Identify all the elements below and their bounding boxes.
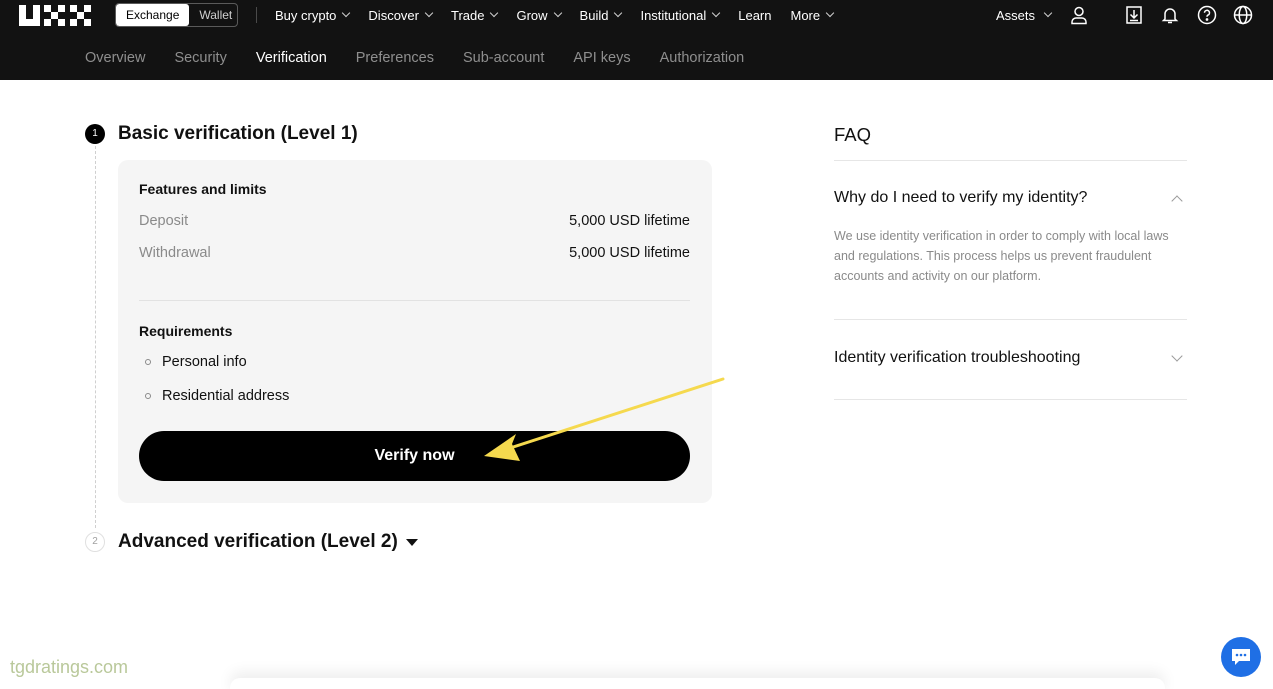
faq-divider: [834, 399, 1187, 400]
faq-answer: We use identity verification in order to…: [834, 229, 1169, 283]
nav-label: Build: [579, 7, 609, 23]
chevron-down-icon: [490, 8, 499, 18]
nav-label: Trade: [451, 7, 485, 23]
chat-icon: [1232, 649, 1250, 665]
help-icon[interactable]: [1197, 5, 1217, 25]
faq-divider: [834, 319, 1187, 320]
withdrawal-value: 5,000 USD lifetime: [569, 245, 690, 261]
assets-menu[interactable]: Assets: [996, 0, 1053, 30]
nav-label: Institutional: [640, 7, 707, 23]
chevron-down-icon: [825, 8, 835, 18]
chevron-down-icon: [1171, 350, 1183, 362]
exchange-wallet-switch[interactable]: Exchange Wallet: [115, 3, 238, 27]
bullet-icon: [145, 393, 151, 399]
nav-institutional[interactable]: Institutional: [640, 7, 721, 23]
chevron-down-icon: [711, 8, 721, 18]
caret-down-icon: [405, 538, 418, 546]
basic-verification-card: Features and limits Deposit 5,000 USD li…: [118, 160, 712, 503]
nav-build[interactable]: Build: [579, 7, 623, 23]
step-timeline: [95, 146, 96, 528]
requirement-label: Residential address: [162, 388, 290, 404]
watermark: tgdratings.com: [10, 657, 129, 677]
nav-trade[interactable]: Trade: [451, 7, 499, 23]
card-divider: [139, 300, 690, 301]
tab-preferences[interactable]: Preferences: [356, 47, 434, 69]
chevron-down-icon: [424, 8, 434, 18]
nav-label: Discover: [368, 7, 419, 23]
main-nav: Buy crypto Discover Trade Grow Build Ins…: [275, 0, 852, 30]
nav-learn[interactable]: Learn: [738, 8, 771, 23]
account-subnav: Overview Security Verification Preferenc…: [85, 47, 773, 69]
faq-divider: [834, 160, 1187, 161]
faq-question-label: Why do I need to verify my identity?: [834, 189, 1088, 206]
nav-divider: [256, 7, 257, 23]
chevron-up-icon: [1171, 195, 1183, 207]
okx-logo-icon[interactable]: [19, 5, 91, 26]
faq-title: FAQ: [834, 124, 872, 145]
chevron-down-icon: [1043, 8, 1053, 18]
tab-authorization[interactable]: Authorization: [660, 47, 745, 69]
features-heading: Features and limits: [139, 181, 267, 197]
nav-label: Buy crypto: [275, 7, 337, 23]
chevron-down-icon: [614, 8, 623, 18]
withdrawal-label: Withdrawal: [139, 245, 211, 261]
verify-now-button[interactable]: Verify now: [139, 431, 690, 481]
step-1-badge: 1: [85, 124, 105, 144]
nav-more[interactable]: More: [790, 7, 835, 23]
nav-label: Learn: [738, 7, 772, 23]
chevron-down-icon: [342, 8, 351, 18]
requirements-heading: Requirements: [139, 323, 233, 339]
top-header: Exchange Wallet Buy crypto Discover Trad…: [0, 0, 1273, 80]
requirement-label: Personal info: [162, 354, 247, 370]
bottom-panel-edge: [230, 678, 1165, 689]
basic-verification-title: Basic verification (Level 1): [118, 123, 358, 144]
nav-grow[interactable]: Grow: [516, 7, 562, 23]
tab-sub-account[interactable]: Sub-account: [463, 47, 544, 69]
wallet-toggle[interactable]: Wallet: [189, 4, 237, 26]
user-icon[interactable]: [1069, 5, 1089, 25]
faq-question-label: Identity verification troubleshooting: [834, 349, 1081, 366]
tab-verification[interactable]: Verification: [256, 47, 327, 69]
top-bar: Exchange Wallet Buy crypto Discover Trad…: [0, 0, 1273, 30]
faq-question-troubleshooting[interactable]: Identity verification troubleshooting: [834, 349, 1187, 367]
tab-security[interactable]: Security: [174, 47, 226, 69]
tab-api-keys[interactable]: API keys: [573, 47, 630, 69]
nav-label: Grow: [516, 7, 548, 23]
deposit-value: 5,000 USD lifetime: [569, 213, 690, 229]
chevron-down-icon: [553, 8, 562, 18]
exchange-toggle[interactable]: Exchange: [116, 4, 190, 26]
nav-discover[interactable]: Discover: [368, 7, 434, 23]
bullet-icon: [145, 359, 151, 365]
assets-label: Assets: [996, 7, 1036, 23]
deposit-label: Deposit: [139, 213, 189, 229]
nav-label: More: [790, 7, 821, 23]
download-icon[interactable]: [1124, 5, 1144, 25]
step-2-badge: 2: [85, 532, 105, 552]
globe-icon[interactable]: [1233, 5, 1253, 25]
requirement-item: Personal info: [145, 354, 247, 370]
faq-question-why-verify[interactable]: Why do I need to verify my identity?: [834, 189, 1187, 207]
bell-icon[interactable]: [1160, 5, 1180, 25]
advanced-verification-toggle[interactable]: Advanced verification (Level 2): [118, 531, 418, 553]
chat-support-button[interactable]: [1221, 637, 1261, 677]
tab-overview[interactable]: Overview: [85, 47, 145, 69]
nav-buy-crypto[interactable]: Buy crypto: [275, 7, 351, 23]
requirement-item: Residential address: [145, 388, 289, 404]
advanced-verification-title: Advanced verification (Level 2): [118, 531, 398, 552]
